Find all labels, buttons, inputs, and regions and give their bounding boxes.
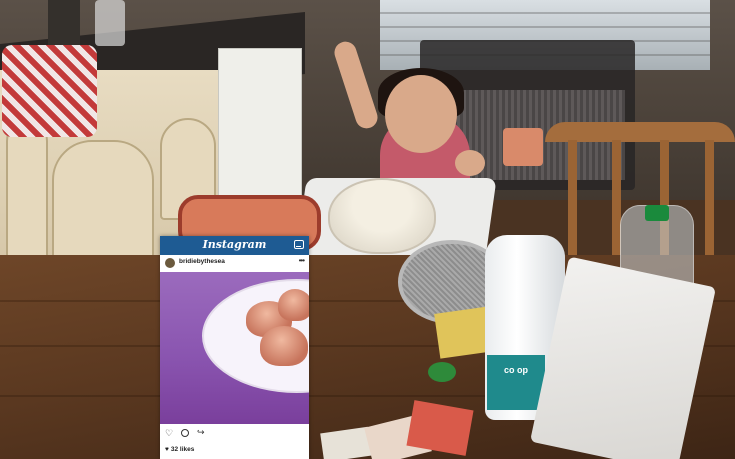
instagram-post-card: Instagram bridiebythesea ••• ♡ ↪ ♥ 32 lik… — [160, 236, 309, 459]
chair-back — [545, 122, 735, 142]
post-photo[interactable] — [160, 272, 309, 424]
muffin — [260, 326, 308, 366]
mixing-bowl — [328, 178, 436, 254]
likes-heart-icon: ♥ — [165, 446, 169, 453]
bottle-cap — [428, 362, 456, 382]
tea-towel — [2, 45, 97, 137]
milk-brand-text: co op — [504, 365, 528, 375]
child-face — [385, 75, 457, 153]
likes-count: ♥ 32 likes — [165, 446, 194, 453]
child-hand — [455, 150, 485, 176]
blind-slat — [380, 12, 710, 14]
fridge — [218, 48, 302, 210]
blind-slat — [380, 26, 710, 28]
avatar[interactable] — [165, 258, 175, 268]
likes-text: 32 likes — [170, 446, 195, 453]
share-icon[interactable]: ↪ — [197, 427, 205, 438]
post-user-row: bridiebythesea ••• — [160, 255, 309, 271]
more-options-icon[interactable]: ••• — [299, 256, 305, 265]
kitchen-photo: co op — [0, 0, 735, 459]
post-username[interactable]: bridiebythesea — [179, 258, 225, 265]
kettle — [95, 0, 125, 46]
milk-label: co op — [487, 355, 545, 410]
post-actions: ♡ ↪ — [160, 426, 309, 442]
inbox-icon[interactable] — [294, 240, 304, 249]
comment-icon[interactable] — [181, 429, 189, 437]
instagram-header: Instagram — [160, 236, 309, 255]
water-bottle-cap — [645, 205, 669, 221]
jar — [48, 0, 80, 50]
muffin — [278, 289, 309, 321]
heart-icon[interactable]: ♡ — [165, 428, 173, 439]
food-packet — [320, 426, 372, 459]
instagram-logo: Instagram — [202, 238, 267, 251]
toy-block — [503, 128, 543, 166]
